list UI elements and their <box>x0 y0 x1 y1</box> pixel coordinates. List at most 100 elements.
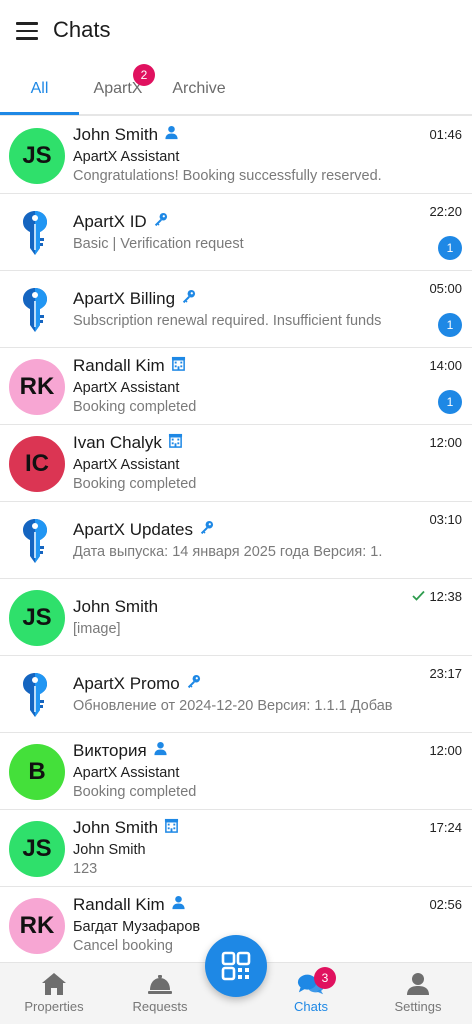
app-bar: Chats <box>0 0 472 64</box>
person-icon <box>171 895 186 915</box>
chat-preview: [image] <box>73 621 121 637</box>
avatar: JS <box>9 821 65 877</box>
key-icon <box>22 518 48 564</box>
avatar: B <box>9 744 65 800</box>
chat-name-line: Randall Kim <box>73 895 186 915</box>
chat-sender: Багдат Музафаров <box>73 919 201 935</box>
chat-time-wrap: 02:56 <box>429 897 462 912</box>
chat-row[interactable]: ApartX Billing Subscription renewal requi… <box>0 271 472 348</box>
avatar: JS <box>9 128 65 184</box>
chat-time-wrap: 12:00 <box>429 743 462 758</box>
chat-row[interactable]: ApartX ID Basic | Verification request 22:… <box>0 194 472 271</box>
nav-requests[interactable]: Requests <box>110 971 210 1014</box>
checkmark-icon <box>412 589 426 604</box>
chat-time: 03:10 <box>429 512 462 527</box>
chat-row[interactable]: JS John Smith John Smith 123 17:24 <box>0 810 472 887</box>
chat-preview: Subscription renewal required. Insuffici… <box>73 313 382 329</box>
chat-time: 23:17 <box>429 666 462 681</box>
chat-row[interactable]: IC Ivan Chalyk ApartX Assistant Booking com… <box>0 425 472 502</box>
chat-preview: Basic | Verification request <box>73 236 244 252</box>
chat-time-wrap: 12:00 <box>429 435 462 450</box>
chat-time: 12:38 <box>429 589 462 604</box>
chat-time-wrap: 22:20 <box>429 204 462 219</box>
qr-scan-button[interactable] <box>205 935 267 997</box>
chat-name-line: Виктория <box>73 741 168 761</box>
nav-settings[interactable]: Settings <box>368 971 468 1014</box>
chat-row[interactable]: ApartX Updates Дата выпуска: 14 января 20… <box>0 502 472 579</box>
chat-time: 12:00 <box>429 743 462 758</box>
chat-preview: 123 <box>73 861 98 877</box>
chat-name: John Smith <box>73 125 159 144</box>
tab-archive[interactable]: Archive <box>160 64 238 114</box>
nav-requests-label: Requests <box>132 999 188 1014</box>
chat-time-wrap: 17:24 <box>429 820 462 835</box>
chat-sender: John Smith <box>73 842 146 858</box>
qr-code-icon <box>221 951 251 981</box>
chat-sender: ApartX Assistant <box>73 765 180 781</box>
chat-tabs: All ApartX 2 Archive <box>0 64 472 116</box>
chat-preview: Обновление от 2024-12-20 Версия: 1.1.1 Д… <box>73 698 393 714</box>
chat-row[interactable]: JS John Smith [image] 12:38 <box>0 579 472 656</box>
avatar: RK <box>9 898 65 954</box>
chat-sender: ApartX Assistant <box>73 457 180 473</box>
unread-badge: 1 <box>438 390 462 414</box>
chat-preview: Cancel booking <box>73 938 173 954</box>
chat-time: 01:46 <box>429 127 462 142</box>
chat-name: John Smith <box>73 597 159 616</box>
key-icon <box>153 212 168 232</box>
home-icon <box>40 971 68 997</box>
chat-time-wrap: 14:00 <box>429 358 462 373</box>
chat-time: 14:00 <box>429 358 462 373</box>
key-icon <box>186 674 201 694</box>
avatar: RK <box>9 359 65 415</box>
chat-sender: ApartX Assistant <box>73 149 180 165</box>
chat-time: 02:56 <box>429 897 462 912</box>
tab-all[interactable]: All <box>0 64 79 114</box>
chat-preview: Booking completed <box>73 399 197 415</box>
chat-name-line: ApartX Billing <box>73 289 196 309</box>
chat-row[interactable]: B Виктория ApartX Assistant Booking complet… <box>0 733 472 810</box>
chat-name-line: John Smith <box>73 818 179 838</box>
hamburger-menu-icon[interactable] <box>16 22 38 40</box>
chat-time-wrap: 03:10 <box>429 512 462 527</box>
building-icon <box>168 433 183 453</box>
chat-preview: Booking completed <box>73 784 197 800</box>
person-icon <box>404 971 432 997</box>
tab-apartx-badge: 2 <box>133 64 155 86</box>
chat-name-line: ApartX Promo <box>73 674 201 694</box>
person-icon <box>153 741 168 761</box>
chat-row[interactable]: JS John Smith ApartX Assistant Congratulati… <box>0 117 472 194</box>
unread-badge: 1 <box>438 236 462 260</box>
chat-row[interactable]: ApartX Promo Обновление от 2024-12-20 Вер… <box>0 656 472 733</box>
chat-name: Randall Kim <box>73 895 165 914</box>
building-icon <box>164 818 179 838</box>
key-icon <box>22 210 48 256</box>
avatar: IC <box>9 436 65 492</box>
chat-row[interactable]: RK Randall Kim ApartX Assistant Booking com… <box>0 348 472 425</box>
chat-name: Виктория <box>73 741 147 760</box>
chat-list: JS John Smith ApartX Assistant Congratulati… <box>0 117 472 964</box>
chat-name: Ivan Chalyk <box>73 433 162 452</box>
key-icon <box>181 289 196 309</box>
nav-properties-label: Properties <box>24 999 84 1014</box>
building-icon <box>171 356 186 376</box>
chat-time-wrap: 01:46 <box>429 127 462 142</box>
chat-name-line: ApartX ID <box>73 212 168 232</box>
service-bell-icon <box>146 971 174 997</box>
nav-chats[interactable]: Chats 3 <box>261 967 361 1014</box>
chat-name: ApartX ID <box>73 212 147 231</box>
chat-name: ApartX Billing <box>73 289 176 308</box>
page-title: Chats <box>53 17 111 42</box>
nav-properties[interactable]: Properties <box>4 971 104 1014</box>
chat-time: 05:00 <box>429 281 462 296</box>
nav-chats-badge: 3 <box>314 967 336 989</box>
key-icon <box>22 672 48 718</box>
chat-preview: Congratulations! Booking successfully re… <box>73 168 382 184</box>
chat-preview: Дата выпуска: 14 января 2025 года Версия… <box>73 544 383 560</box>
chat-name: John Smith <box>73 818 159 837</box>
chat-name-line: John Smith <box>73 597 158 617</box>
unread-badge: 1 <box>438 313 462 337</box>
avatar: JS <box>9 590 65 646</box>
key-icon <box>199 520 214 540</box>
chat-name-line: John Smith <box>73 125 179 145</box>
